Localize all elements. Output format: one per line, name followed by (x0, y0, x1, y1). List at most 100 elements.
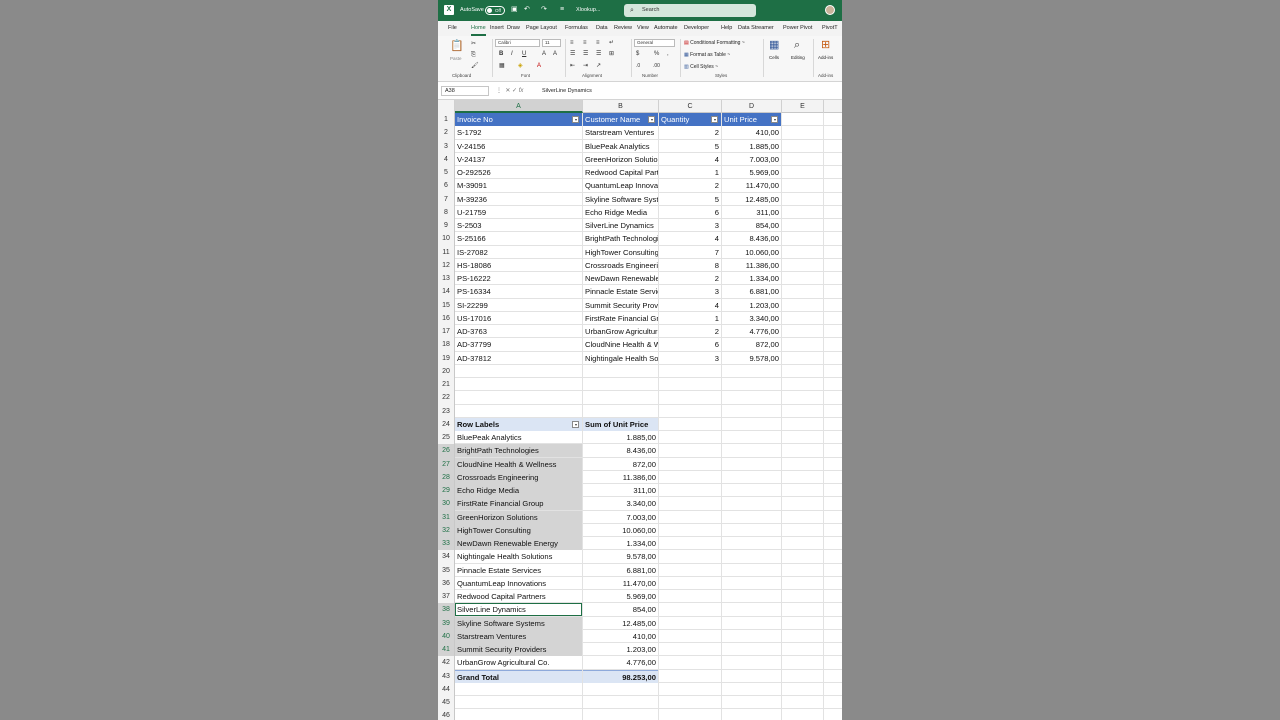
table-cell[interactable]: 2 (659, 272, 721, 285)
pivot-row-label[interactable]: Skyline Software Systems (455, 616, 582, 630)
row-header[interactable]: 18 (438, 338, 455, 352)
pivot-row-value[interactable]: 872,00 (583, 458, 658, 471)
file-name[interactable]: Xlookup... (576, 7, 600, 13)
pivot-row-label[interactable]: UrbanGrow Agricultural Co. (455, 656, 582, 669)
row-header[interactable]: 10 (438, 232, 455, 246)
pivot-row-value[interactable]: 6.881,00 (583, 564, 658, 577)
pivot-row-label[interactable]: BrightPath Technologies (455, 444, 582, 458)
table-cell[interactable]: M-39236 (455, 193, 582, 206)
table-cell[interactable]: SI-22299 (455, 299, 582, 312)
select-all-corner[interactable] (438, 100, 455, 113)
table-cell[interactable]: 3 (659, 352, 721, 365)
tab-power-pivot[interactable]: Power Pivot (783, 25, 812, 31)
align-right-icon[interactable]: ☰ (596, 51, 601, 58)
table-cell[interactable]: 8.436,00 (722, 232, 781, 245)
table-cell[interactable]: Nightingale Health Solutions (583, 352, 658, 365)
table-cell[interactable]: PS-16334 (455, 285, 582, 298)
tab-file[interactable]: File (448, 25, 457, 31)
table-cell[interactable]: 9.578,00 (722, 352, 781, 365)
percent-icon[interactable]: % (654, 51, 659, 58)
comma-icon[interactable]: , (667, 51, 669, 58)
row-header[interactable]: 13 (438, 272, 455, 286)
pivot-row-label[interactable]: FirstRate Financial Group (455, 497, 582, 511)
cut-icon[interactable]: ✂ (471, 41, 476, 48)
pivot-row-value[interactable]: 1.885,00 (583, 431, 658, 444)
pivot-row-value[interactable]: 12.485,00 (583, 617, 658, 630)
row-header[interactable]: 30 (438, 497, 455, 511)
pivot-row-value[interactable]: 410,00 (583, 630, 658, 643)
align-top-icon[interactable]: ≡ (570, 40, 574, 47)
table-cell[interactable]: 8 (659, 259, 721, 272)
row-header[interactable]: 31 (438, 510, 455, 524)
pivot-row-value[interactable]: 11.470,00 (583, 577, 658, 590)
row-header[interactable]: 8 (438, 205, 455, 219)
row-header[interactable]: 35 (438, 563, 455, 577)
pivot-row-value[interactable]: 4.776,00 (583, 656, 658, 669)
row-header[interactable]: 22 (438, 391, 455, 405)
table-cell[interactable]: Pinnacle Estate Services (583, 285, 658, 298)
row-header[interactable]: 32 (438, 523, 455, 537)
pivot-row-label[interactable]: NewDawn Renewable Energy (455, 537, 582, 550)
table-cell[interactable]: FirstRate Financial Group (583, 312, 658, 325)
tab-view[interactable]: View (637, 25, 649, 31)
table-cell[interactable]: 4.776,00 (722, 325, 781, 338)
row-header[interactable]: 20 (438, 364, 455, 378)
font-name-select[interactable]: Calibri (495, 39, 540, 47)
cells-icon[interactable]: ▦ (769, 39, 779, 51)
increase-font-icon[interactable]: A (542, 51, 546, 58)
table-cell[interactable]: V-24137 (455, 153, 582, 166)
align-bottom-icon[interactable]: ≡ (596, 40, 600, 47)
row-header[interactable]: 3 (438, 139, 455, 153)
table-cell[interactable]: 7.003,00 (722, 153, 781, 166)
pivot-row-label[interactable]: Echo Ridge Media (455, 484, 582, 497)
pivot-value-header[interactable]: Sum of Unit Price (583, 417, 658, 431)
table-cell[interactable]: 1.885,00 (722, 140, 781, 153)
filter-dropdown-icon[interactable] (572, 116, 579, 123)
format-as-table-button[interactable]: ▦ Format as Table ~ (684, 52, 730, 58)
row-header[interactable]: 12 (438, 258, 455, 272)
table-cell[interactable]: 1 (659, 312, 721, 325)
row-header[interactable]: 24 (438, 417, 455, 431)
row-header[interactable]: 21 (438, 378, 455, 392)
row-header[interactable]: 34 (438, 550, 455, 564)
tab-formulas[interactable]: Formulas (565, 25, 588, 31)
table-cell[interactable]: 4 (659, 232, 721, 245)
decrease-font-icon[interactable]: A (553, 51, 557, 58)
table-cell[interactable]: Skyline Software Systems (583, 193, 658, 206)
tab-pivott[interactable]: PivotT (822, 25, 838, 31)
table-cell[interactable]: V-24156 (455, 140, 582, 153)
row-header[interactable]: 45 (438, 696, 455, 710)
table-cell[interactable]: S-1792 (455, 126, 582, 139)
filter-dropdown-icon[interactable] (648, 116, 655, 123)
font-size-select[interactable]: 11 (542, 39, 561, 47)
redo-icon[interactable]: ↷ (541, 5, 547, 15)
row-header[interactable]: 46 (438, 709, 455, 720)
table-cell[interactable]: Starstream Ventures (583, 126, 658, 139)
paste-icon[interactable]: 📋 (450, 40, 464, 52)
table-header-3[interactable]: Unit Price (722, 113, 781, 126)
format-painter-icon[interactable]: 🖌 (471, 63, 479, 70)
filter-dropdown-icon[interactable] (711, 116, 718, 123)
decrease-decimal-icon[interactable]: .00 (653, 63, 660, 70)
table-cell[interactable]: 5 (659, 140, 721, 153)
table-cell[interactable]: Redwood Capital Partners (583, 166, 658, 179)
name-box[interactable]: A38 (441, 86, 489, 96)
autosave-toggle[interactable]: Off (485, 6, 505, 15)
pivot-grand-total-value[interactable]: 98.253,00 (583, 669, 658, 683)
table-cell[interactable]: SilverLine Dynamics (583, 219, 658, 232)
table-cell[interactable]: Echo Ridge Media (583, 206, 658, 219)
table-cell[interactable]: NewDawn Renewable Energy (583, 272, 658, 285)
column-header-d[interactable]: D (722, 100, 782, 113)
table-cell[interactable]: 12.485,00 (722, 193, 781, 206)
table-cell[interactable]: M-39091 (455, 179, 582, 192)
pivot-row-label[interactable]: Nightingale Health Solutions (455, 550, 582, 563)
pivot-row-labels-header[interactable]: Row Labels (455, 417, 582, 431)
column-header-e[interactable]: E (782, 100, 824, 113)
table-cell[interactable]: 3 (659, 285, 721, 298)
pivot-row-value[interactable]: 8.436,00 (583, 444, 658, 457)
row-header[interactable]: 15 (438, 298, 455, 312)
row-header[interactable]: 25 (438, 431, 455, 445)
table-cell[interactable]: S-2503 (455, 219, 582, 232)
row-header[interactable]: 42 (438, 656, 455, 670)
table-cell[interactable]: 6 (659, 206, 721, 219)
